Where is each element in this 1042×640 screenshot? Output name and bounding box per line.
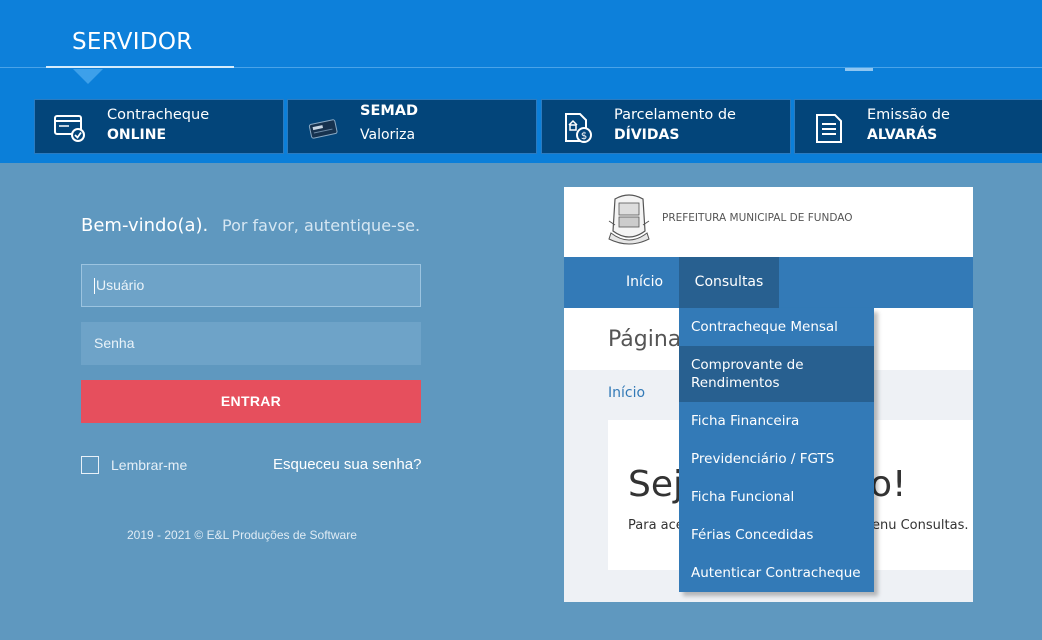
remember-me-label[interactable]: Lembrar-me (111, 457, 187, 473)
password-placeholder: Senha (94, 335, 135, 351)
tile-emissao-alvaras[interactable]: Emissão de ALVARÁS (794, 99, 1042, 154)
page-title: Página (608, 327, 682, 352)
debt-document-icon: $ (565, 113, 592, 143)
brand-caret-icon (73, 69, 103, 84)
username-placeholder: Usuário (96, 277, 145, 293)
tile-contracheque-online[interactable]: Contracheque ONLINE (34, 99, 284, 154)
payslip-check-icon (54, 115, 85, 142)
tile-semad-valoriza[interactable]: SEMAD Valoriza (287, 99, 537, 154)
welcome-big-end: o! (870, 464, 907, 505)
welcome-big-start: Sej (628, 464, 684, 505)
menu-ficha-financeira[interactable]: Ficha Financeira (679, 412, 874, 430)
municipal-seal-icon (608, 194, 650, 245)
username-input[interactable]: Usuário (81, 264, 421, 307)
header-indicator (845, 68, 873, 71)
brand-underline (46, 66, 234, 68)
tile-line2: DÍVIDAS (614, 127, 680, 143)
welcome-heading: Bem-vindo(a). Por favor, autentique-se. (81, 215, 420, 236)
tile-line1: Emissão de (867, 107, 950, 123)
menu-contracheque-mensal[interactable]: Contracheque Mensal (679, 318, 874, 336)
menu-ferias-concedidas[interactable]: Férias Concedidas (679, 526, 874, 544)
consultas-dropdown: Contracheque Mensal Comprovante de Rendi… (679, 308, 874, 592)
menu-autenticar-contracheque[interactable]: Autenticar Contracheque (679, 564, 874, 582)
tile-line1: Contracheque (107, 107, 210, 123)
welcome-subtitle: Por favor, autentique-se. (222, 216, 421, 235)
forgot-password-link[interactable]: Esqueceu sua senha? (273, 456, 421, 473)
breadcrumb-inicio[interactable]: Início (608, 385, 645, 401)
welcome-text: Bem-vindo(a). (81, 215, 209, 236)
brand-title[interactable]: SERVIDOR (72, 29, 193, 55)
tile-parcelamento-dividas[interactable]: $ Parcelamento de DÍVIDAS (541, 99, 791, 154)
svg-text:$: $ (581, 131, 587, 142)
permit-document-icon (816, 114, 842, 143)
tile-line1: Parcelamento de (614, 107, 736, 123)
menu-comprovante-rendimentos[interactable]: Comprovante de Rendimentos (679, 346, 874, 402)
portal-nav: Início Consultas (564, 257, 973, 308)
nav-inicio[interactable]: Início (626, 257, 663, 308)
menu-ficha-funcional[interactable]: Ficha Funcional (679, 488, 874, 506)
welcome-small-start: Para ace (628, 518, 684, 533)
text-cursor (94, 278, 95, 295)
menu-previdenciario-fgts[interactable]: Previdenciário / FGTS (679, 450, 874, 468)
tile-line1: SEMAD (360, 103, 419, 119)
copyright-footer: 2019 - 2021 © E&L Produções de Software (127, 528, 357, 542)
password-input[interactable]: Senha (81, 322, 421, 365)
login-button[interactable]: ENTRAR (81, 380, 421, 423)
nav-consultas[interactable]: Consultas (679, 257, 779, 308)
tile-line2: Valoriza (360, 127, 416, 143)
remember-me-checkbox[interactable] (81, 456, 99, 474)
welcome-small-end: enu Consultas. (872, 518, 969, 533)
tile-line2: ALVARÁS (867, 127, 938, 143)
site-header: SERVIDOR Contracheque ONLINE SEMAD Valor… (0, 0, 1042, 163)
org-name: PREFEITURA MUNICIPAL DE FUNDAO (662, 212, 853, 224)
portal-header: PREFEITURA MUNICIPAL DE FUNDAO (564, 187, 973, 257)
tile-line2: ONLINE (107, 127, 167, 143)
semad-card-icon (308, 119, 338, 139)
